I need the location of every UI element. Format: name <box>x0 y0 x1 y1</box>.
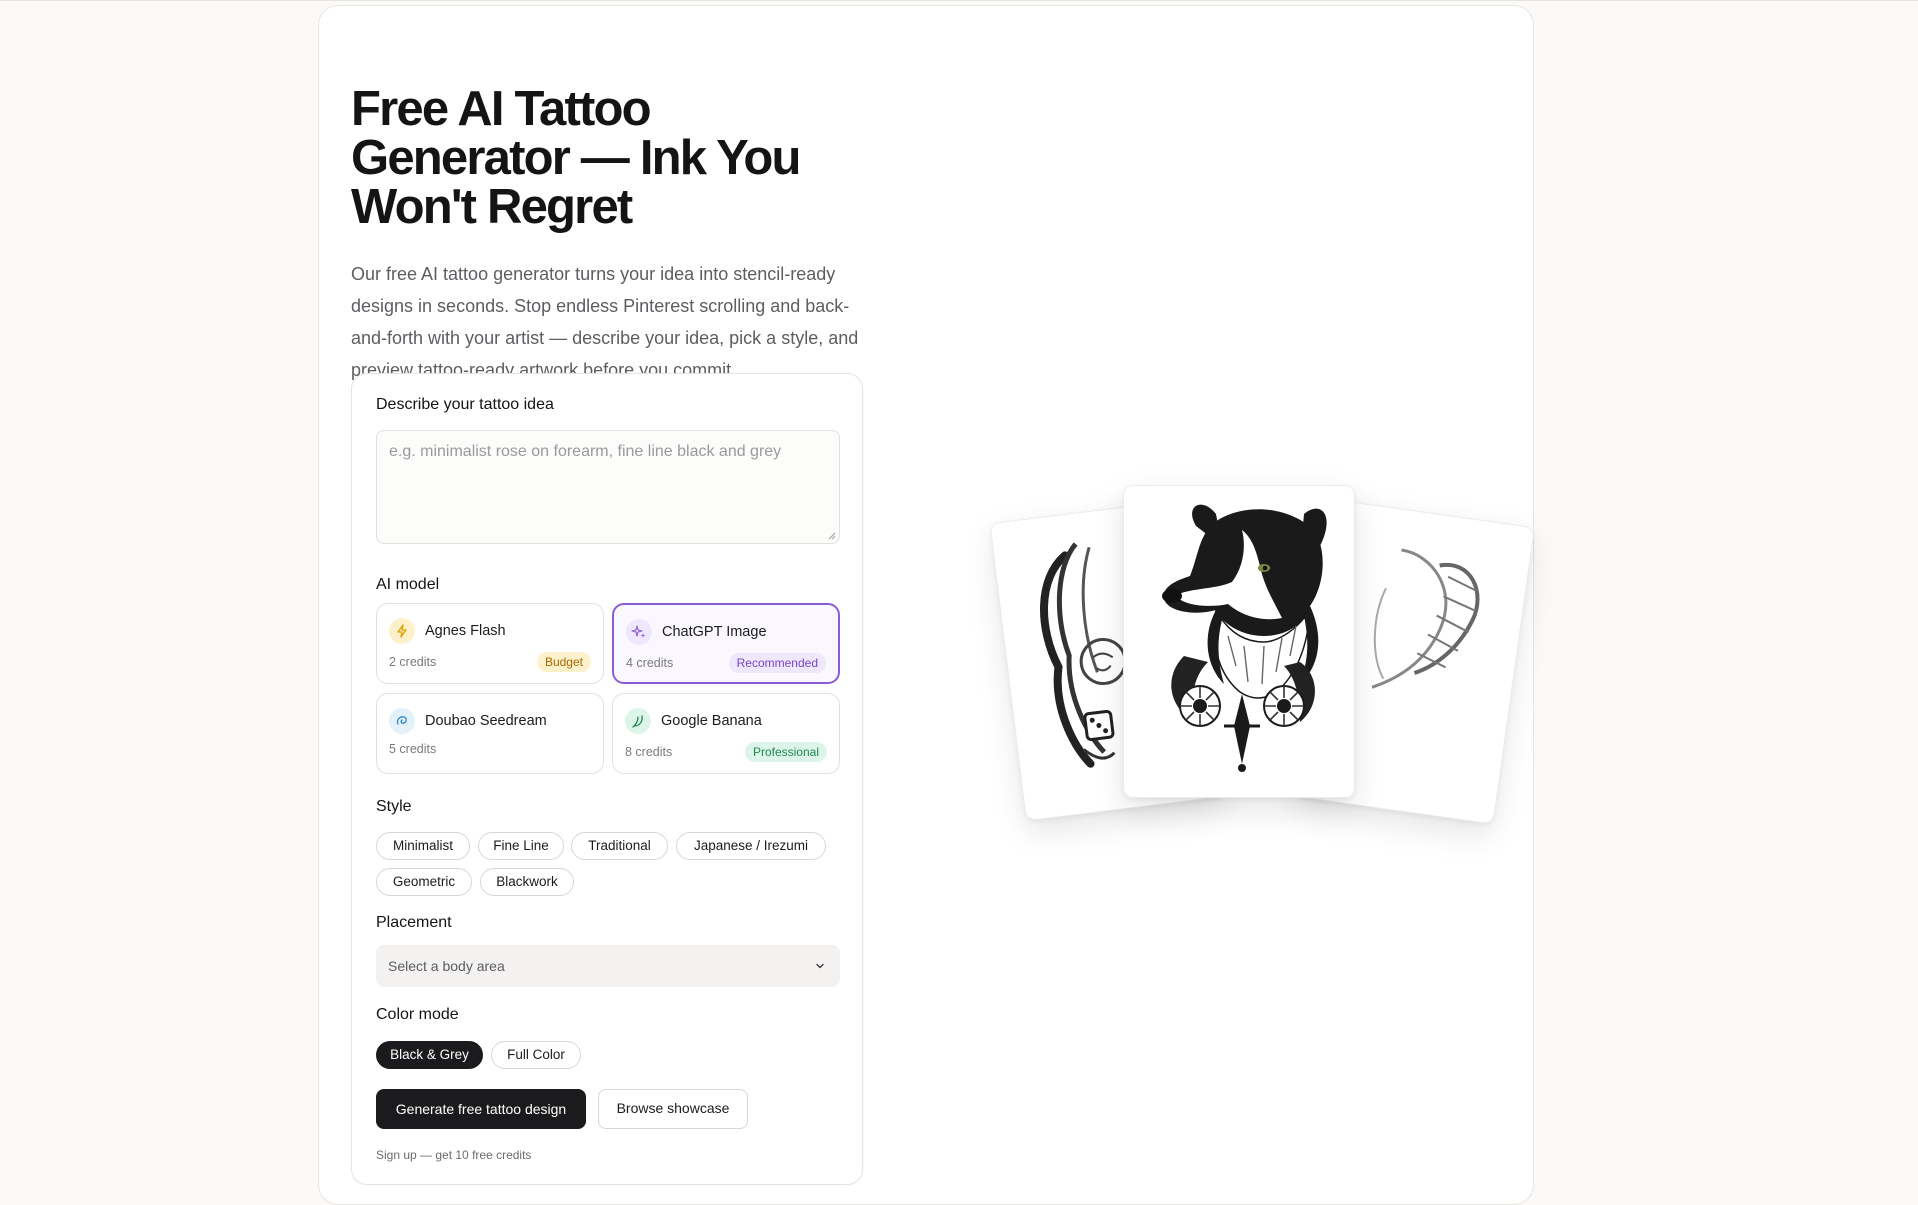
model-option-chatgpt-image[interactable]: ChatGPT Image 4 credits Recommended <box>612 603 840 684</box>
model-name: Google Banana <box>661 713 762 729</box>
model-option-doubao-seedream[interactable]: Doubao Seedream 5 credits <box>376 693 604 774</box>
idea-textarea[interactable]: e.g. minimalist rose on forearm, fine li… <box>376 430 840 544</box>
model-name: Doubao Seedream <box>425 713 547 729</box>
browse-showcase-button[interactable]: Browse showcase <box>598 1089 748 1129</box>
hero-left-column: Free AI Tattoo Generator — Ink You Won't… <box>351 6 867 1185</box>
model-credits: 2 credits <box>389 655 437 669</box>
placement-placeholder: Select a body area <box>388 958 505 974</box>
placement-label: Placement <box>376 914 452 931</box>
style-chip-japanese-irezumi[interactable]: Japanese / Irezumi <box>676 832 826 860</box>
model-credits: 4 credits <box>626 656 674 670</box>
model-credits: 5 credits <box>389 742 437 756</box>
top-divider <box>0 0 1918 1</box>
model-option-google-banana[interactable]: Google Banana 8 credits Professional <box>612 693 840 774</box>
border-collie-tattoo-image <box>1123 485 1355 798</box>
style-label: Style <box>376 798 412 815</box>
style-chip-fine-line[interactable]: Fine Line <box>478 832 564 860</box>
banana-icon <box>625 708 651 734</box>
ai-model-label: AI model <box>376 576 440 593</box>
model-option-agnes-flash[interactable]: Agnes Flash 2 credits Budget <box>376 603 604 684</box>
tattoo-showcase <box>979 485 1539 866</box>
color-chip-full-color[interactable]: Full Color <box>491 1041 581 1069</box>
budget-badge: Budget <box>536 652 591 672</box>
color-chip-black-grey[interactable]: Black & Grey <box>376 1041 483 1069</box>
style-chip-minimalist[interactable]: Minimalist <box>376 832 470 860</box>
color-mode-label: Color mode <box>376 1006 459 1023</box>
hero-panel: Free AI Tattoo Generator — Ink You Won't… <box>318 5 1535 1205</box>
idea-label: Describe your tattoo idea <box>376 396 554 413</box>
style-chip-blackwork[interactable]: Blackwork <box>480 868 574 896</box>
signup-note: Sign up — get 10 free credits <box>376 1148 532 1162</box>
swirl-icon <box>389 708 415 734</box>
page-title: Free AI Tattoo Generator — Ink You Won't… <box>351 82 801 234</box>
resize-handle-icon[interactable] <box>828 532 836 540</box>
hero-description: Our free AI tattoo generator turns your … <box>351 264 859 380</box>
style-chip-traditional[interactable]: Traditional <box>571 832 668 860</box>
style-chip-geometric[interactable]: Geometric <box>376 868 472 896</box>
model-name: ChatGPT Image <box>662 624 767 640</box>
lightning-icon <box>389 618 415 644</box>
model-credits: 8 credits <box>625 745 673 759</box>
tattoo-generator-form: Describe your tattoo idea e.g. minimalis… <box>351 373 863 1185</box>
sparkle-icon <box>626 619 652 645</box>
chevron-down-icon <box>816 963 824 969</box>
generate-button[interactable]: Generate free tattoo design <box>376 1089 586 1129</box>
idea-placeholder: e.g. minimalist rose on forearm, fine li… <box>389 443 782 460</box>
model-name: Agnes Flash <box>425 623 506 639</box>
recommended-badge: Recommended <box>728 653 826 673</box>
placement-select[interactable]: Select a body area <box>376 945 840 987</box>
professional-badge: Professional <box>744 742 827 762</box>
